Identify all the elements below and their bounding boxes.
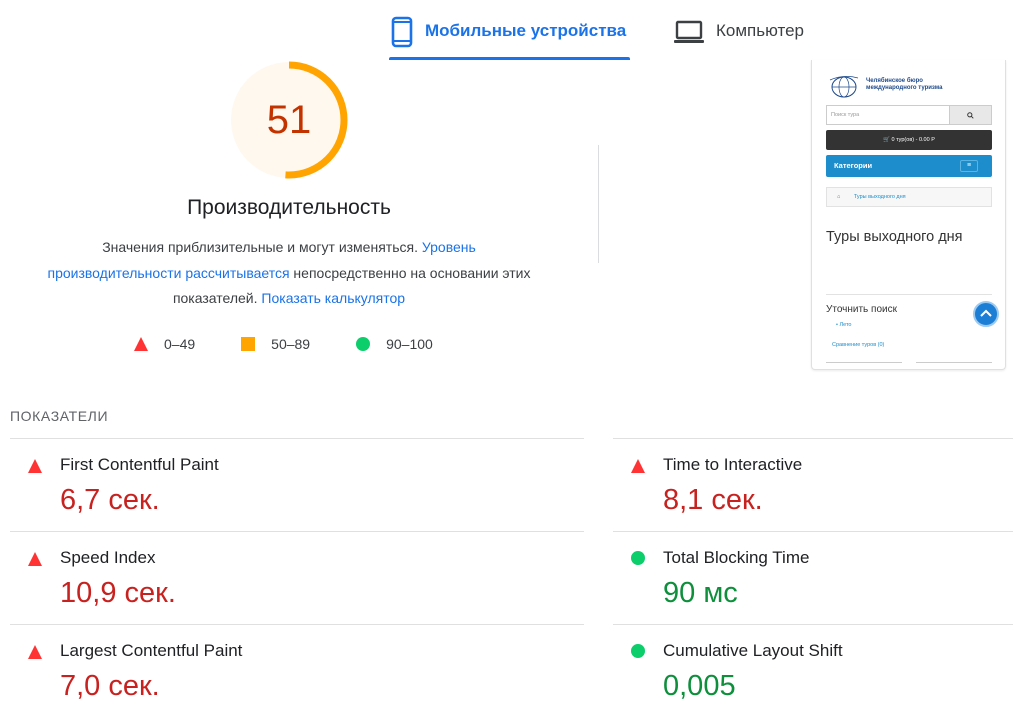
green-circle-icon bbox=[631, 551, 645, 565]
chevron-up-icon bbox=[980, 309, 992, 317]
site-page-heading: Туры выходного дня bbox=[826, 229, 963, 245]
red-triangle-icon bbox=[28, 552, 42, 566]
home-icon: ⌂ bbox=[837, 194, 841, 200]
performance-score: 51 bbox=[266, 97, 312, 142]
metric-largest-contentful-paint: Largest Contentful Paint 7,0 сек. bbox=[10, 624, 584, 716]
site-brand-text: Челябинское бюро международного туризма bbox=[866, 78, 943, 91]
metric-name: Total Blocking Time bbox=[663, 548, 810, 567]
site-search-input: Поиск тура bbox=[831, 112, 860, 118]
tab-mobile-label: Мобильные устройства bbox=[425, 21, 627, 40]
score-legend: 0–49 50–89 90–100 bbox=[134, 336, 433, 352]
metric-first-contentful-paint: First Contentful Paint 6,7 сек. bbox=[10, 438, 584, 531]
site-cart-bar: 🛒 0 тур(ов) - 0.00 Р bbox=[826, 130, 992, 150]
metric-name: Speed Index bbox=[60, 548, 156, 567]
site-logo-icon bbox=[829, 76, 859, 98]
metric-time-to-interactive: Time to Interactive 8,1 сек. bbox=[613, 438, 1013, 531]
tab-desktop-label: Компьютер bbox=[716, 21, 804, 40]
site-refine-heading: Уточнить поиск bbox=[826, 304, 897, 315]
legend-label-pass: 90–100 bbox=[386, 336, 433, 352]
performance-title: Производительность bbox=[187, 196, 391, 219]
metric-value: 90 мс bbox=[663, 577, 738, 609]
orange-square-icon bbox=[241, 337, 256, 351]
site-search-button bbox=[949, 106, 991, 124]
site-bottom-box bbox=[916, 362, 992, 369]
metric-value: 10,9 сек. bbox=[60, 577, 176, 609]
metric-total-blocking-time: Total Blocking Time 90 мс bbox=[613, 531, 1013, 624]
performance-description: Значения приблизительные и могут изменят… bbox=[40, 235, 538, 312]
page-screenshot-preview: Челябинское бюро международного туризма … bbox=[811, 60, 1006, 370]
metric-value: 0,005 bbox=[663, 670, 736, 702]
site-compare-link: Сравнение туров (0) bbox=[832, 342, 885, 348]
description-text-1: Значения приблизительные и могут изменят… bbox=[102, 239, 422, 255]
site-categories-label: Категории bbox=[834, 161, 873, 170]
site-refine-item-label: Лето bbox=[839, 322, 852, 328]
metric-value: 7,0 сек. bbox=[60, 670, 160, 702]
show-calculator-link[interactable]: Показать калькулятор bbox=[261, 290, 405, 306]
performance-gauge: 51 bbox=[229, 60, 349, 180]
site-refine-item: • Лето bbox=[836, 322, 852, 328]
red-triangle-icon bbox=[28, 645, 42, 659]
red-triangle-icon bbox=[631, 459, 645, 473]
desktop-icon bbox=[674, 20, 704, 43]
metric-speed-index: Speed Index 10,9 сек. bbox=[10, 531, 584, 624]
green-circle-icon bbox=[356, 337, 371, 351]
scroll-up-button bbox=[973, 301, 999, 327]
legend-item-fail: 0–49 bbox=[134, 336, 195, 352]
site-breadcrumb-item: Туры выходного дня bbox=[853, 194, 906, 200]
metric-name: Largest Contentful Paint bbox=[60, 641, 243, 660]
metric-name: First Contentful Paint bbox=[60, 455, 219, 474]
search-icon bbox=[967, 112, 974, 119]
site-breadcrumb: ⌂ Туры выходного дня bbox=[826, 187, 992, 207]
site-divider bbox=[826, 294, 992, 295]
menu-icon: ≡ bbox=[960, 160, 978, 172]
metrics-heading: ПОКАЗАТЕЛИ bbox=[10, 408, 109, 424]
tab-active-indicator bbox=[389, 57, 630, 60]
tab-mobile[interactable]: Мобильные устройства bbox=[389, 14, 630, 60]
site-cart-text: 0 тур(ов) - 0.00 Р bbox=[891, 137, 935, 143]
site-search-bar: Поиск тура bbox=[826, 105, 992, 125]
metric-value: 8,1 сек. bbox=[663, 484, 763, 516]
red-triangle-icon bbox=[134, 337, 148, 351]
legend-label-average: 50–89 bbox=[271, 336, 311, 352]
legend-item-pass: 90–100 bbox=[356, 336, 433, 352]
site-bottom-box bbox=[826, 362, 902, 369]
green-circle-icon bbox=[631, 644, 645, 658]
cart-icon: 🛒 bbox=[883, 137, 890, 143]
phone-icon bbox=[391, 16, 413, 48]
site-categories-bar: Категории ≡ bbox=[826, 155, 992, 177]
metric-name: Cumulative Layout Shift bbox=[663, 641, 843, 660]
metric-value: 6,7 сек. bbox=[60, 484, 160, 516]
metric-name: Time to Interactive bbox=[663, 455, 803, 474]
tab-desktop[interactable]: Компьютер bbox=[674, 14, 804, 60]
legend-item-average: 50–89 bbox=[241, 336, 310, 352]
metric-cumulative-layout-shift: Cumulative Layout Shift 0,005 bbox=[613, 624, 1013, 716]
legend-label-fail: 0–49 bbox=[164, 336, 196, 352]
vertical-divider bbox=[598, 145, 599, 263]
red-triangle-icon bbox=[28, 459, 42, 473]
